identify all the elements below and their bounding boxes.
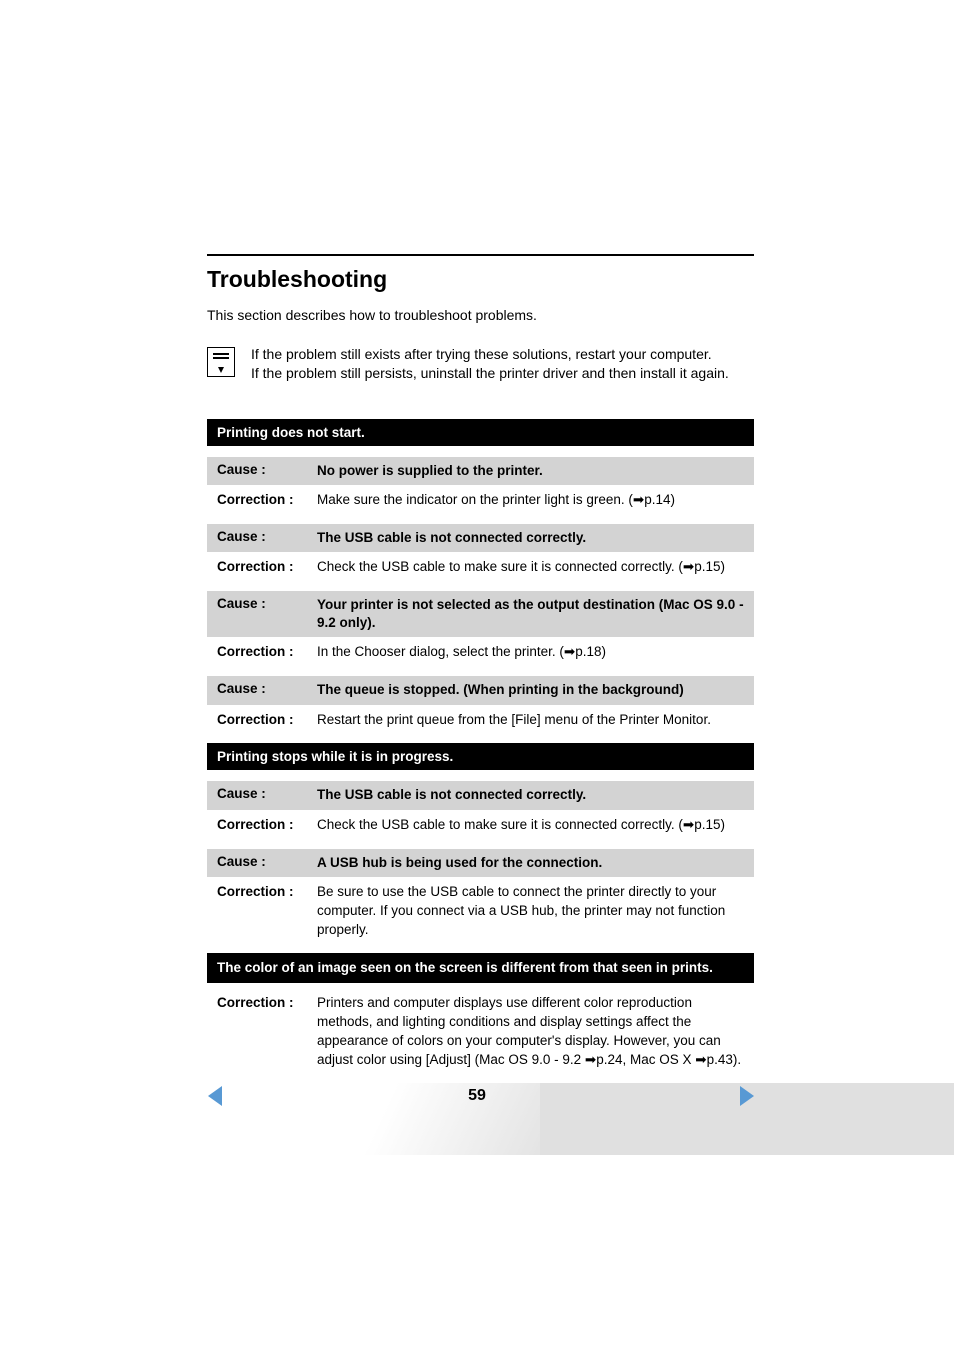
cause-label: Cause : [217, 681, 317, 699]
page-ref-link[interactable]: p.15 [694, 817, 720, 832]
page-number: 59 [468, 1087, 486, 1105]
correction-row: Correction :Make sure the indicator on t… [207, 491, 754, 524]
cause-label: Cause : [217, 854, 317, 872]
page-ref-link[interactable]: p.15 [694, 559, 720, 574]
cause-text: The USB cable is not connected correctly… [317, 786, 586, 804]
correction-text: Be sure to use the USB cable to connect … [317, 883, 744, 940]
cause-row: Cause :A USB hub is being used for the c… [207, 849, 754, 877]
arrow-icon: ➡ [633, 491, 644, 510]
correction-text: Printers and computer displays use diffe… [317, 994, 744, 1070]
correction-row: Correction :Be sure to use the USB cable… [207, 883, 754, 954]
cause-text: The queue is stopped. (When printing in … [317, 681, 684, 699]
section-heading: The color of an image seen on the screen… [207, 953, 754, 983]
section-heading: Printing does not start. [207, 419, 754, 446]
cause-text: Your printer is not selected as the outp… [317, 596, 744, 632]
correction-label: Correction : [217, 711, 317, 730]
correction-text: In the Chooser dialog, select the printe… [317, 643, 744, 662]
page-title: Troubleshooting [207, 266, 754, 293]
page-ref-link[interactable]: p.18 [575, 644, 601, 659]
cause-row: Cause :The USB cable is not connected co… [207, 524, 754, 552]
correction-label: Correction : [217, 558, 317, 577]
arrow-icon: ➡ [683, 558, 694, 577]
cause-row: Cause :The USB cable is not connected co… [207, 781, 754, 809]
correction-row: Correction :Printers and computer displa… [207, 994, 754, 1088]
arrow-icon: ➡ [695, 1051, 706, 1070]
page-ref-link[interactable]: p.14 [644, 492, 670, 507]
correction-text: Restart the print queue from the [File] … [317, 711, 744, 730]
correction-row: Correction :Restart the print queue from… [207, 711, 754, 744]
cause-label: Cause : [217, 596, 317, 632]
next-page-arrow[interactable] [740, 1086, 754, 1106]
note-icon [207, 347, 235, 377]
correction-label: Correction : [217, 643, 317, 662]
cause-text: A USB hub is being used for the connecti… [317, 854, 602, 872]
correction-label: Correction : [217, 883, 317, 940]
page-ref-link[interactable]: p.24 [596, 1052, 622, 1067]
correction-row: Correction :In the Chooser dialog, selec… [207, 643, 754, 676]
note-text: If the problem still exists after trying… [251, 345, 729, 383]
arrow-icon: ➡ [585, 1051, 596, 1070]
arrow-icon: ➡ [564, 643, 575, 662]
cause-row: Cause :The queue is stopped. (When print… [207, 676, 754, 704]
section-heading: Printing stops while it is in progress. [207, 743, 754, 770]
cause-text: No power is supplied to the printer. [317, 462, 543, 480]
cause-text: The USB cable is not connected correctly… [317, 529, 586, 547]
correction-label: Correction : [217, 816, 317, 835]
cause-label: Cause : [217, 786, 317, 804]
correction-label: Correction : [217, 994, 317, 1070]
pager-bar: 59 [0, 1083, 954, 1123]
intro-text: This section describes how to troublesho… [207, 307, 754, 323]
correction-row: Correction :Check the USB cable to make … [207, 816, 754, 849]
cause-row: Cause :No power is supplied to the print… [207, 457, 754, 485]
note-block: If the problem still exists after trying… [207, 345, 754, 383]
cause-row: Cause :Your printer is not selected as t… [207, 591, 754, 637]
cause-label: Cause : [217, 462, 317, 480]
heading-rule [207, 254, 754, 256]
page-body: Troubleshooting This section describes h… [0, 0, 954, 1088]
correction-text: Make sure the indicator on the printer l… [317, 491, 744, 510]
arrow-icon: ➡ [683, 816, 694, 835]
cause-label: Cause : [217, 529, 317, 547]
correction-row: Correction :Check the USB cable to make … [207, 558, 754, 591]
correction-label: Correction : [217, 491, 317, 510]
prev-page-arrow[interactable] [208, 1086, 222, 1106]
page-ref-link[interactable]: p.43 [707, 1052, 733, 1067]
correction-text: Check the USB cable to make sure it is c… [317, 558, 744, 577]
correction-text: Check the USB cable to make sure it is c… [317, 816, 744, 835]
